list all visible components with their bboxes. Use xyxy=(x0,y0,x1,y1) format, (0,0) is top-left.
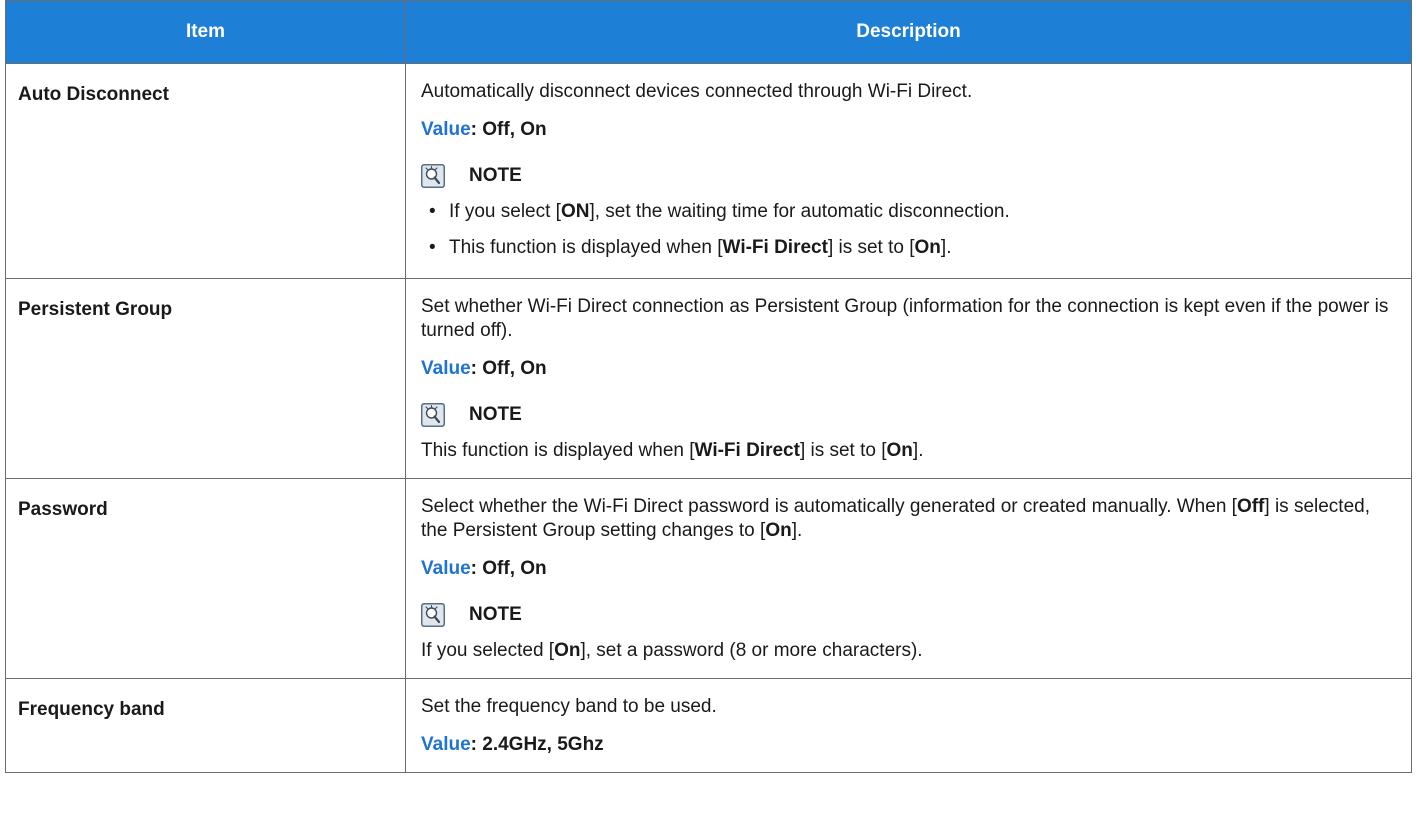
value-options: : Off, On xyxy=(470,119,547,140)
value-label: Value xyxy=(421,358,471,379)
value-line: Value: Off, On xyxy=(421,557,1399,581)
description-text: Set whether Wi-Fi Direct connection as P… xyxy=(421,296,1389,341)
value-line: Value: Off, On xyxy=(421,118,1399,142)
item-name: Frequency band xyxy=(5,678,406,773)
note-bullet-list: • If you select [ON], set the waiting ti… xyxy=(421,200,1399,260)
note-title: NOTE xyxy=(469,604,522,625)
note-title: NOTE xyxy=(469,404,522,425)
note-text: This function is displayed when [ xyxy=(449,237,723,258)
item-name: Password xyxy=(5,478,406,679)
note-text: ], set the waiting time for automatic di… xyxy=(589,201,1010,222)
value-label: Value xyxy=(421,119,471,140)
list-item: • This function is displayed when [Wi-Fi… xyxy=(421,236,1399,260)
table-row: Password Select whether the Wi-Fi Direct… xyxy=(5,478,1412,679)
column-header-description: Description xyxy=(405,0,1412,64)
table-row: Frequency band Set the frequency band to… xyxy=(5,678,1412,773)
note-lightbulb-icon xyxy=(421,603,445,627)
column-header-item: Item xyxy=(5,0,406,64)
note-emphasis: On xyxy=(914,237,941,258)
note-text: This function is displayed when [Wi-Fi D… xyxy=(421,440,924,461)
note-lightbulb-icon xyxy=(421,403,445,427)
value-line: Value: 2.4GHz, 5Ghz xyxy=(421,733,1399,757)
note-emphasis: ON xyxy=(560,201,590,222)
description-text: Select whether the Wi-Fi Direct password… xyxy=(421,496,1370,541)
note-text: If you selected [On], set a password (8 … xyxy=(421,640,923,661)
description-text: Automatically disconnect devices connect… xyxy=(421,81,973,102)
value-label: Value xyxy=(421,734,471,755)
bullet: • xyxy=(429,201,436,222)
list-item: • If you select [ON], set the waiting ti… xyxy=(421,200,1399,224)
note-text: If you select [ xyxy=(449,201,561,222)
table-row: Persistent Group Set whether Wi-Fi Direc… xyxy=(5,278,1412,479)
item-name: Persistent Group xyxy=(5,278,406,479)
note-header: NOTE xyxy=(421,403,1399,427)
value-options: : Off, On xyxy=(470,558,547,579)
value-line: Value: Off, On xyxy=(421,357,1399,381)
table-row: Auto Disconnect Automatically disconnect… xyxy=(5,63,1412,279)
note-emphasis: On xyxy=(554,640,581,661)
note-title: NOTE xyxy=(469,165,522,186)
item-name: Auto Disconnect xyxy=(5,63,406,279)
description-emphasis: Off xyxy=(1236,496,1265,517)
value-options: : Off, On xyxy=(470,358,547,379)
note-emphasis: Wi-Fi Direct xyxy=(694,440,800,461)
value-options: : 2.4GHz, 5Ghz xyxy=(470,734,604,755)
value-label: Value xyxy=(421,558,471,579)
settings-table: Item Description Auto Disconnect Automat… xyxy=(5,0,1412,773)
bullet: • xyxy=(429,237,436,258)
note-lightbulb-icon xyxy=(421,164,445,188)
note-emphasis: On xyxy=(886,440,913,461)
description-cell: Automatically disconnect devices connect… xyxy=(405,63,1412,279)
note-text: ] is set to [ xyxy=(827,237,915,258)
note-header: NOTE xyxy=(421,164,1399,188)
description-cell: Set the frequency band to be used. Value… xyxy=(405,678,1412,773)
note-header: NOTE xyxy=(421,603,1399,627)
note-emphasis: Wi-Fi Direct xyxy=(722,237,828,258)
description-cell: Select whether the Wi-Fi Direct password… xyxy=(405,478,1412,679)
note-text: ]. xyxy=(940,237,952,258)
table-header-row: Item Description xyxy=(5,0,1412,64)
description-cell: Set whether Wi-Fi Direct connection as P… xyxy=(405,278,1412,479)
description-text: Set the frequency band to be used. xyxy=(421,696,717,717)
description-emphasis: On xyxy=(765,520,792,541)
